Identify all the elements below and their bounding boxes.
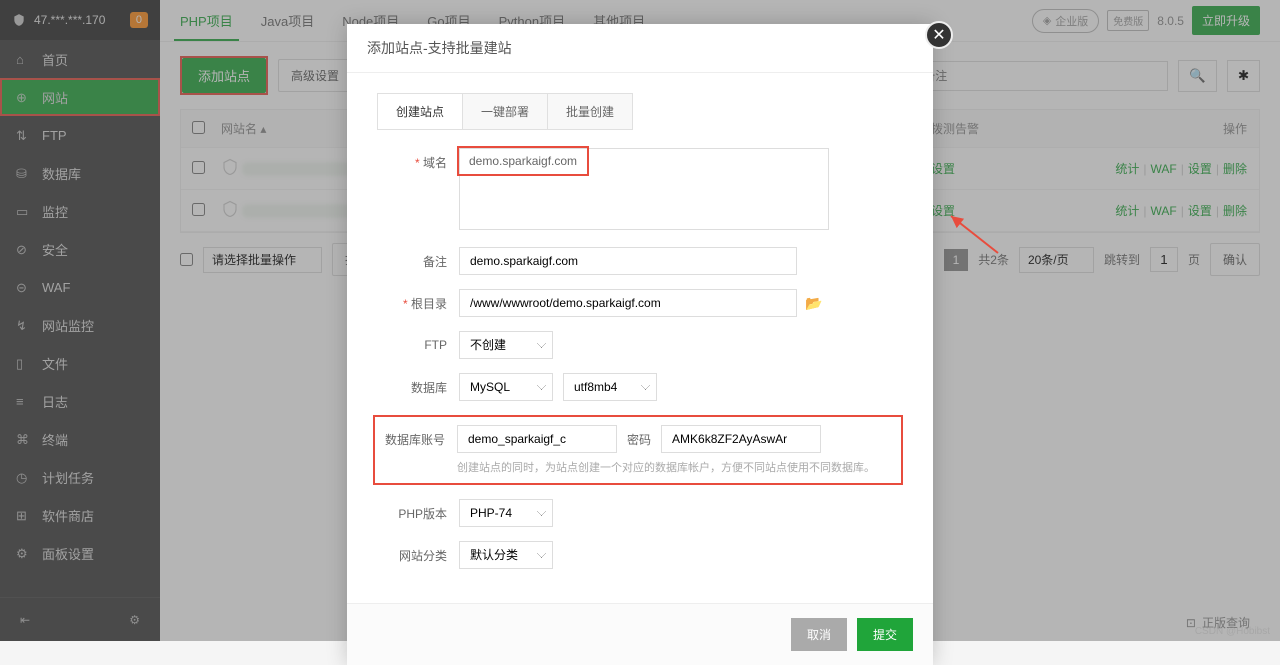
label-db: 数据库 (377, 379, 459, 396)
label-ftp: FTP (377, 338, 459, 352)
row-note: 备注 (377, 247, 903, 275)
db-charset-select[interactable]: utf8mb4 (563, 373, 657, 401)
submit-button[interactable]: 提交 (857, 618, 913, 651)
db-hint: 创建站点的同时，为站点创建一个对应的数据库帐户，方便不同站点使用不同数据库。 (457, 459, 897, 475)
db-engine-select[interactable]: MySQL (459, 373, 553, 401)
row-ftp: FTP 不创建 (377, 331, 903, 359)
row-root: 根目录 📂 (377, 289, 903, 317)
note-input[interactable] (459, 247, 797, 275)
db-user-input[interactable] (457, 425, 617, 453)
modal-title: 添加站点-支持批量建站 (347, 24, 933, 73)
root-input[interactable] (459, 289, 797, 317)
label-pwd: 密码 (627, 431, 651, 448)
mtab-deploy[interactable]: 一键部署 (463, 94, 548, 129)
mtab-batch[interactable]: 批量创建 (548, 94, 632, 129)
domain-input[interactable] (459, 148, 829, 230)
mtab-create[interactable]: 创建站点 (378, 94, 463, 129)
label-dbacct: 数据库账号 (375, 431, 457, 448)
label-domain: 域名 (377, 148, 459, 171)
modal-body: 创建站点 一键部署 批量创建 域名 demo.sparkaigf.com 备注 … (347, 73, 933, 603)
db-account-highlight: 数据库账号 密码 创建站点的同时，为站点创建一个对应的数据库帐户，方便不同站点使… (373, 415, 903, 485)
row-cat: 网站分类 默认分类 (377, 541, 903, 569)
db-pwd-input[interactable] (661, 425, 821, 453)
label-root: 根目录 (377, 295, 459, 312)
modal-tabs: 创建站点 一键部署 批量创建 (377, 93, 633, 130)
cancel-button[interactable]: 取消 (791, 618, 847, 651)
add-site-modal: ✕ 添加站点-支持批量建站 创建站点 一键部署 批量创建 域名 demo.spa… (347, 24, 933, 665)
modal-close-button[interactable]: ✕ (925, 21, 953, 49)
row-db: 数据库 MySQL utf8mb4 (377, 373, 903, 401)
row-domain: 域名 demo.sparkaigf.com (377, 148, 903, 233)
label-note: 备注 (377, 253, 459, 270)
cat-select[interactable]: 默认分类 (459, 541, 553, 569)
modal-footer: 取消 提交 (347, 603, 933, 665)
folder-icon[interactable]: 📂 (805, 295, 822, 312)
label-phpver: PHP版本 (377, 505, 459, 522)
ftp-select[interactable]: 不创建 (459, 331, 553, 359)
row-phpver: PHP版本 PHP-74 (377, 499, 903, 527)
phpver-select[interactable]: PHP-74 (459, 499, 553, 527)
label-cat: 网站分类 (377, 547, 459, 564)
row-dbacct: 数据库账号 密码 (375, 425, 897, 453)
